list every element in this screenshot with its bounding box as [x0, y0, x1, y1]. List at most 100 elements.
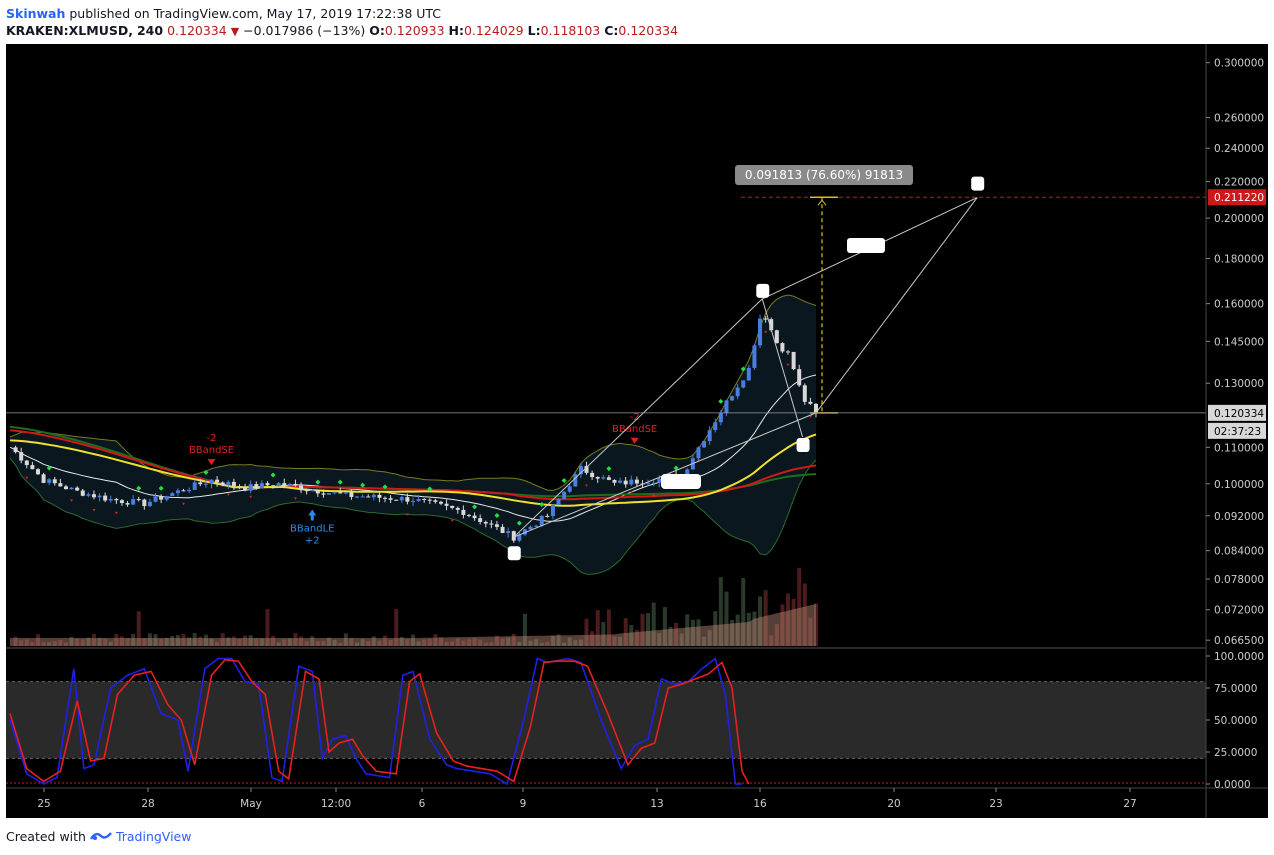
- publish-line: Skinwah published on TradingView.com, Ma…: [6, 6, 441, 21]
- symbol-name: KRAKEN:XLMUSD,: [6, 23, 133, 38]
- price-tick-label: 0.100000: [1214, 479, 1264, 491]
- candle-body: [601, 477, 606, 479]
- symbol-line: KRAKEN:XLMUSD, 240 0.120334 ▼ −0.017986 …: [6, 23, 678, 38]
- price-tick-label: 0.084000: [1214, 546, 1264, 558]
- candle-body: [494, 524, 499, 527]
- candle-body: [91, 494, 96, 498]
- candle-body: [534, 525, 539, 527]
- chart-svg[interactable]: -2BBandSEBBandLE+2-2BBandSE 0.091813 (76…: [6, 44, 1268, 818]
- arrow-down-icon: [207, 459, 216, 466]
- time-tick-label: 25: [37, 798, 50, 810]
- candle-body: [550, 504, 555, 517]
- candle-body: [159, 496, 164, 500]
- candle-body: [780, 343, 785, 352]
- candle-body: [360, 496, 365, 498]
- candle-body: [724, 400, 729, 413]
- time-tick-label: 9: [520, 798, 527, 810]
- candle-body: [539, 515, 544, 526]
- candle-body: [416, 498, 421, 502]
- candle-body: [556, 498, 561, 505]
- tradingview-brand[interactable]: TradingView: [116, 829, 192, 844]
- price-tick-label: 0.200000: [1214, 213, 1264, 225]
- candle-body: [35, 469, 40, 475]
- candle-body: [377, 494, 382, 498]
- candle-body: [383, 497, 388, 499]
- candle-body: [338, 492, 343, 494]
- candle-body: [573, 474, 578, 487]
- candle-body: [735, 387, 740, 397]
- candle-body: [595, 477, 600, 479]
- candle-body: [80, 490, 85, 496]
- candle-body: [327, 493, 332, 495]
- candle-body: [24, 460, 29, 466]
- point-x-label: [507, 546, 521, 561]
- candle-body: [472, 515, 477, 519]
- candle-body: [455, 507, 460, 510]
- candle-body: [315, 489, 320, 494]
- candle-body: [259, 483, 264, 489]
- candle-body: [433, 500, 438, 502]
- price-tick-label: 0.092000: [1214, 511, 1264, 523]
- candle-body: [192, 482, 197, 490]
- candle-body: [175, 490, 180, 494]
- candle-body: [198, 482, 203, 485]
- candle-body: [310, 489, 315, 491]
- low-label: L:: [527, 23, 541, 38]
- tradingview-logo-icon: [89, 829, 116, 844]
- candle-body: [634, 479, 639, 484]
- candle-body: [147, 501, 152, 507]
- candle-body: [411, 501, 415, 503]
- measure-label: 0.091813 (76.60%) 91813: [745, 168, 903, 182]
- time-tick-label: 13: [650, 798, 663, 810]
- time-tick-label: 27: [1123, 798, 1136, 810]
- candle-body: [606, 477, 611, 480]
- price-change: −0.017986 (−13%): [243, 23, 366, 38]
- candle-body: [746, 367, 751, 381]
- candle-body: [153, 496, 158, 502]
- published-text: published on TradingView.com, May 17, 20…: [69, 6, 442, 21]
- candle-body: [702, 441, 707, 448]
- candle-body: [355, 496, 360, 498]
- candle-body: [41, 474, 46, 483]
- candle-body: [226, 481, 231, 485]
- chart-area[interactable]: -2 BBandSE BBandLE +2 -2 BBandSE 0.091813 (76…: [6, 44, 1268, 818]
- candle-body: [349, 492, 354, 498]
- candle-body: [786, 351, 791, 353]
- point-b-label: [796, 437, 810, 452]
- price-tick-label: 0.180000: [1214, 254, 1264, 266]
- candle-body: [427, 499, 432, 501]
- candle-body: [119, 500, 124, 504]
- price-tick-label: 0.078000: [1214, 574, 1264, 586]
- candle-body: [618, 480, 623, 483]
- price-tick-label: 0.260000: [1214, 113, 1264, 125]
- candle-body: [265, 483, 270, 486]
- candle-body: [528, 526, 533, 530]
- candle-body: [103, 495, 108, 501]
- candle-body: [758, 318, 763, 346]
- low-value: 0.118103: [540, 23, 601, 38]
- last-price: 0.120334: [167, 23, 227, 38]
- candle-body: [19, 452, 24, 461]
- candle-body: [136, 499, 141, 501]
- candle-body: [797, 369, 802, 386]
- close-value: 0.120334: [618, 23, 679, 38]
- stoch-tick-label: 0.0000: [1214, 779, 1251, 791]
- signal-value: -2: [207, 433, 217, 444]
- candle-body: [321, 493, 326, 495]
- candle-body: [215, 479, 220, 483]
- candle-body: [203, 483, 208, 485]
- signal-label: BBandLE: [290, 524, 334, 535]
- author-link[interactable]: Skinwah: [6, 6, 65, 21]
- candle-body: [478, 518, 483, 522]
- candle-body: [405, 497, 410, 502]
- candle-body: [461, 509, 466, 515]
- countdown-tag-text: 02:37:23: [1214, 426, 1261, 438]
- green-diamond-icon: [718, 398, 724, 404]
- chart-header: Skinwah published on TradingView.com, Ma…: [6, 4, 1006, 40]
- price-tick-label: 0.072000: [1214, 605, 1264, 617]
- price-tick-label: 0.110000: [1214, 442, 1264, 454]
- candle-body: [220, 482, 225, 485]
- candle-body: [30, 465, 35, 470]
- candle-body: [802, 385, 807, 402]
- candle-body: [388, 498, 393, 500]
